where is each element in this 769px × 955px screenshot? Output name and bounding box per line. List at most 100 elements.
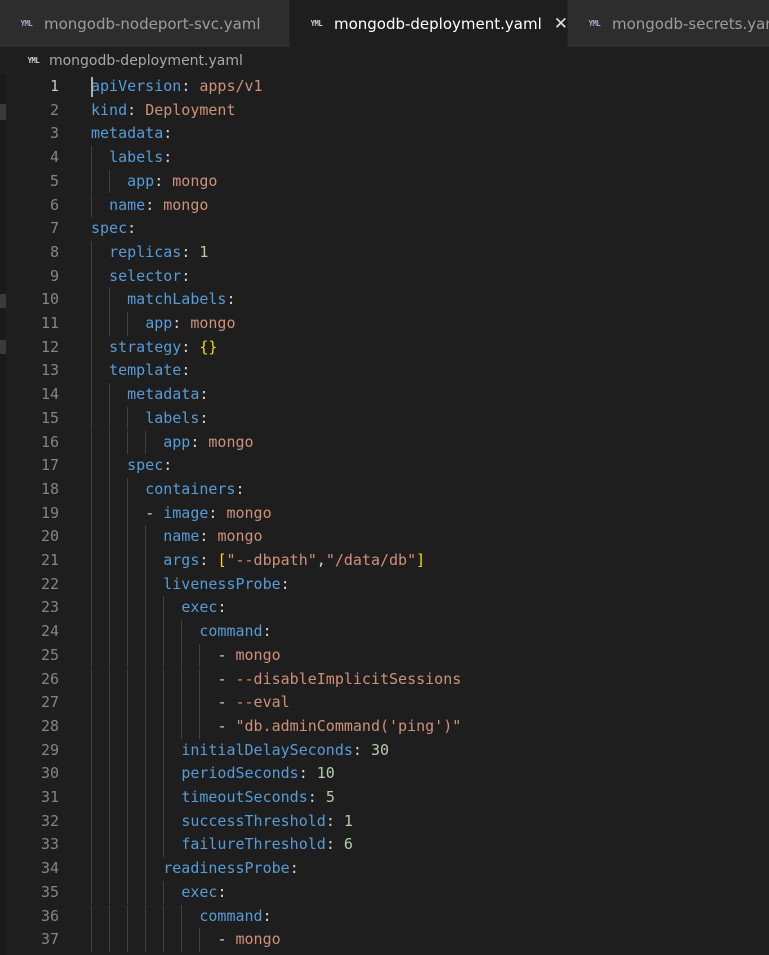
token: metadata bbox=[127, 385, 200, 404]
indent-guide bbox=[91, 928, 92, 952]
indent-guide bbox=[127, 904, 129, 929]
code-line[interactable]: 10 matchLabels: bbox=[0, 288, 769, 312]
token: : bbox=[163, 456, 173, 475]
code-line[interactable]: 4 labels: bbox=[0, 146, 769, 170]
code-line[interactable]: 34 readinessProbe: bbox=[0, 857, 769, 881]
code-line[interactable]: 35 exec: bbox=[0, 880, 769, 905]
code-line[interactable]: 2 kind: Deployment bbox=[0, 99, 769, 123]
line-number: 29 bbox=[40, 740, 59, 759]
line-number: 16 bbox=[40, 432, 59, 451]
code-line[interactable]: 5 app: mongo bbox=[0, 169, 769, 194]
code-line[interactable]: 9 selector: bbox=[0, 264, 769, 289]
indent-guide bbox=[127, 691, 129, 715]
token: : bbox=[172, 314, 191, 332]
code-text: app: mongo bbox=[163, 431, 253, 455]
token: "--dbpath" bbox=[226, 551, 317, 569]
token: mongo bbox=[217, 527, 263, 546]
indent-guide bbox=[109, 667, 111, 692]
code-text: exec: bbox=[181, 881, 226, 905]
indent-guide bbox=[91, 857, 92, 881]
indent-guide bbox=[127, 430, 129, 455]
indent-guide bbox=[127, 501, 129, 526]
indent-guide bbox=[127, 786, 129, 810]
indent-guide bbox=[91, 714, 92, 739]
code-line[interactable]: 7 spec: bbox=[0, 217, 769, 241]
line-number: 5 bbox=[49, 171, 59, 190]
code-line[interactable]: 14 metadata: bbox=[0, 383, 769, 407]
code-line[interactable]: 30 periodSeconds: 10 bbox=[0, 762, 769, 786]
code-line[interactable]: 20 name: mongo bbox=[0, 525, 769, 549]
code-line[interactable]: 33 failureThreshold: 6 bbox=[0, 833, 769, 858]
indent-guide bbox=[91, 833, 92, 858]
indent-guide bbox=[109, 904, 111, 929]
indent-guide bbox=[163, 904, 165, 929]
indent-guide bbox=[145, 904, 147, 929]
tab-mongodb-nodeport-svc[interactable]: YML mongodb-nodeport-svc.yaml bbox=[0, 0, 290, 47]
token: : bbox=[298, 764, 317, 783]
code-text: - mongo bbox=[217, 928, 280, 952]
token: : bbox=[199, 408, 209, 427]
indent-guide bbox=[91, 549, 92, 573]
code-line[interactable]: 13 template: bbox=[0, 359, 769, 384]
indent-guide bbox=[109, 786, 111, 810]
code-line[interactable]: 3 metadata: bbox=[0, 122, 769, 146]
token: exec bbox=[181, 882, 218, 901]
code-line[interactable]: 24 command: bbox=[0, 620, 769, 644]
code-line[interactable]: 12 strategy: {} bbox=[0, 335, 769, 360]
code-text: spec: bbox=[91, 217, 136, 241]
indent-guide bbox=[91, 312, 92, 336]
code-line[interactable]: 37 - mongo bbox=[0, 928, 769, 952]
line-number: 34 bbox=[40, 859, 59, 878]
indent-guide bbox=[91, 809, 92, 834]
code-line[interactable]: 6 name: mongo bbox=[0, 193, 769, 218]
code-line[interactable]: 29 initialDelaySeconds: 30 bbox=[0, 738, 769, 763]
breadcrumb[interactable]: YML mongodb-deployment.yaml bbox=[0, 47, 769, 74]
indent-guide bbox=[127, 596, 129, 621]
code-line[interactable]: 17 spec: bbox=[0, 454, 769, 478]
token: - bbox=[217, 645, 236, 664]
code-line[interactable]: 18 containers: bbox=[0, 477, 769, 502]
indent-guide bbox=[109, 928, 111, 952]
code-line[interactable]: 11 app: mongo bbox=[0, 312, 769, 336]
code-line[interactable]: 1 apiVersion: apps/v1 bbox=[0, 75, 769, 99]
code-line[interactable]: 32 successThreshold: 1 bbox=[0, 809, 769, 834]
code-line[interactable]: 21 args: ["--dbpath","/data/db"] bbox=[0, 549, 769, 573]
code-line[interactable]: 22 livenessProbe: bbox=[0, 572, 769, 597]
token: mongo bbox=[235, 645, 281, 664]
indent-guide bbox=[91, 596, 92, 621]
indent-guide bbox=[163, 620, 165, 644]
code-line[interactable]: 27 - --eval bbox=[0, 691, 769, 715]
indent-guide bbox=[163, 833, 165, 858]
indent-guide bbox=[127, 406, 129, 431]
code-line[interactable]: 25 - mongo bbox=[0, 643, 769, 668]
close-icon[interactable]: ✕ bbox=[554, 14, 568, 34]
tab-label: mongodb-deployment.yaml bbox=[333, 14, 542, 33]
tab-mongodb-deployment[interactable]: YML mongodb-deployment.yaml ✕ bbox=[290, 0, 568, 47]
indent-guide bbox=[163, 691, 165, 715]
code-line[interactable]: 31 timeoutSeconds: 5 bbox=[0, 786, 769, 810]
token: "/data/db" bbox=[325, 551, 417, 569]
indent-guide bbox=[127, 525, 129, 549]
code-text: labels: bbox=[109, 146, 172, 170]
code-line[interactable]: 15 labels: bbox=[0, 406, 769, 431]
token: strategy bbox=[109, 337, 182, 356]
indent-guide bbox=[163, 596, 165, 621]
indent-guide bbox=[109, 312, 111, 336]
code-line[interactable]: 26 - --disableImplicitSessions bbox=[0, 667, 769, 692]
indent-guide bbox=[181, 928, 183, 952]
code-editor[interactable]: 1 apiVersion: apps/v1 2 kind: Deployment 3 me… bbox=[0, 74, 769, 955]
token: : bbox=[199, 527, 218, 546]
code-line[interactable]: 36 command: bbox=[0, 904, 769, 929]
code-line[interactable]: 16 app: mongo bbox=[0, 430, 769, 455]
code-line[interactable]: 28 - "db.adminCommand('ping')" bbox=[0, 714, 769, 739]
code-line[interactable]: 23 exec: bbox=[0, 596, 769, 621]
line-number: 14 bbox=[40, 385, 59, 404]
code-line[interactable]: 19 - image: mongo bbox=[0, 501, 769, 526]
code-text: - "db.adminCommand('ping')" bbox=[217, 715, 461, 739]
code-line[interactable]: 8 replicas: 1 bbox=[0, 240, 769, 265]
token: metadata bbox=[91, 124, 164, 143]
tab-mongodb-secrets[interactable]: YML mongodb-secrets.yaml bbox=[567, 0, 769, 47]
token: app bbox=[127, 171, 155, 190]
breadcrumb-file[interactable]: mongodb-deployment.yaml bbox=[49, 53, 243, 69]
indent-guide bbox=[109, 714, 111, 739]
